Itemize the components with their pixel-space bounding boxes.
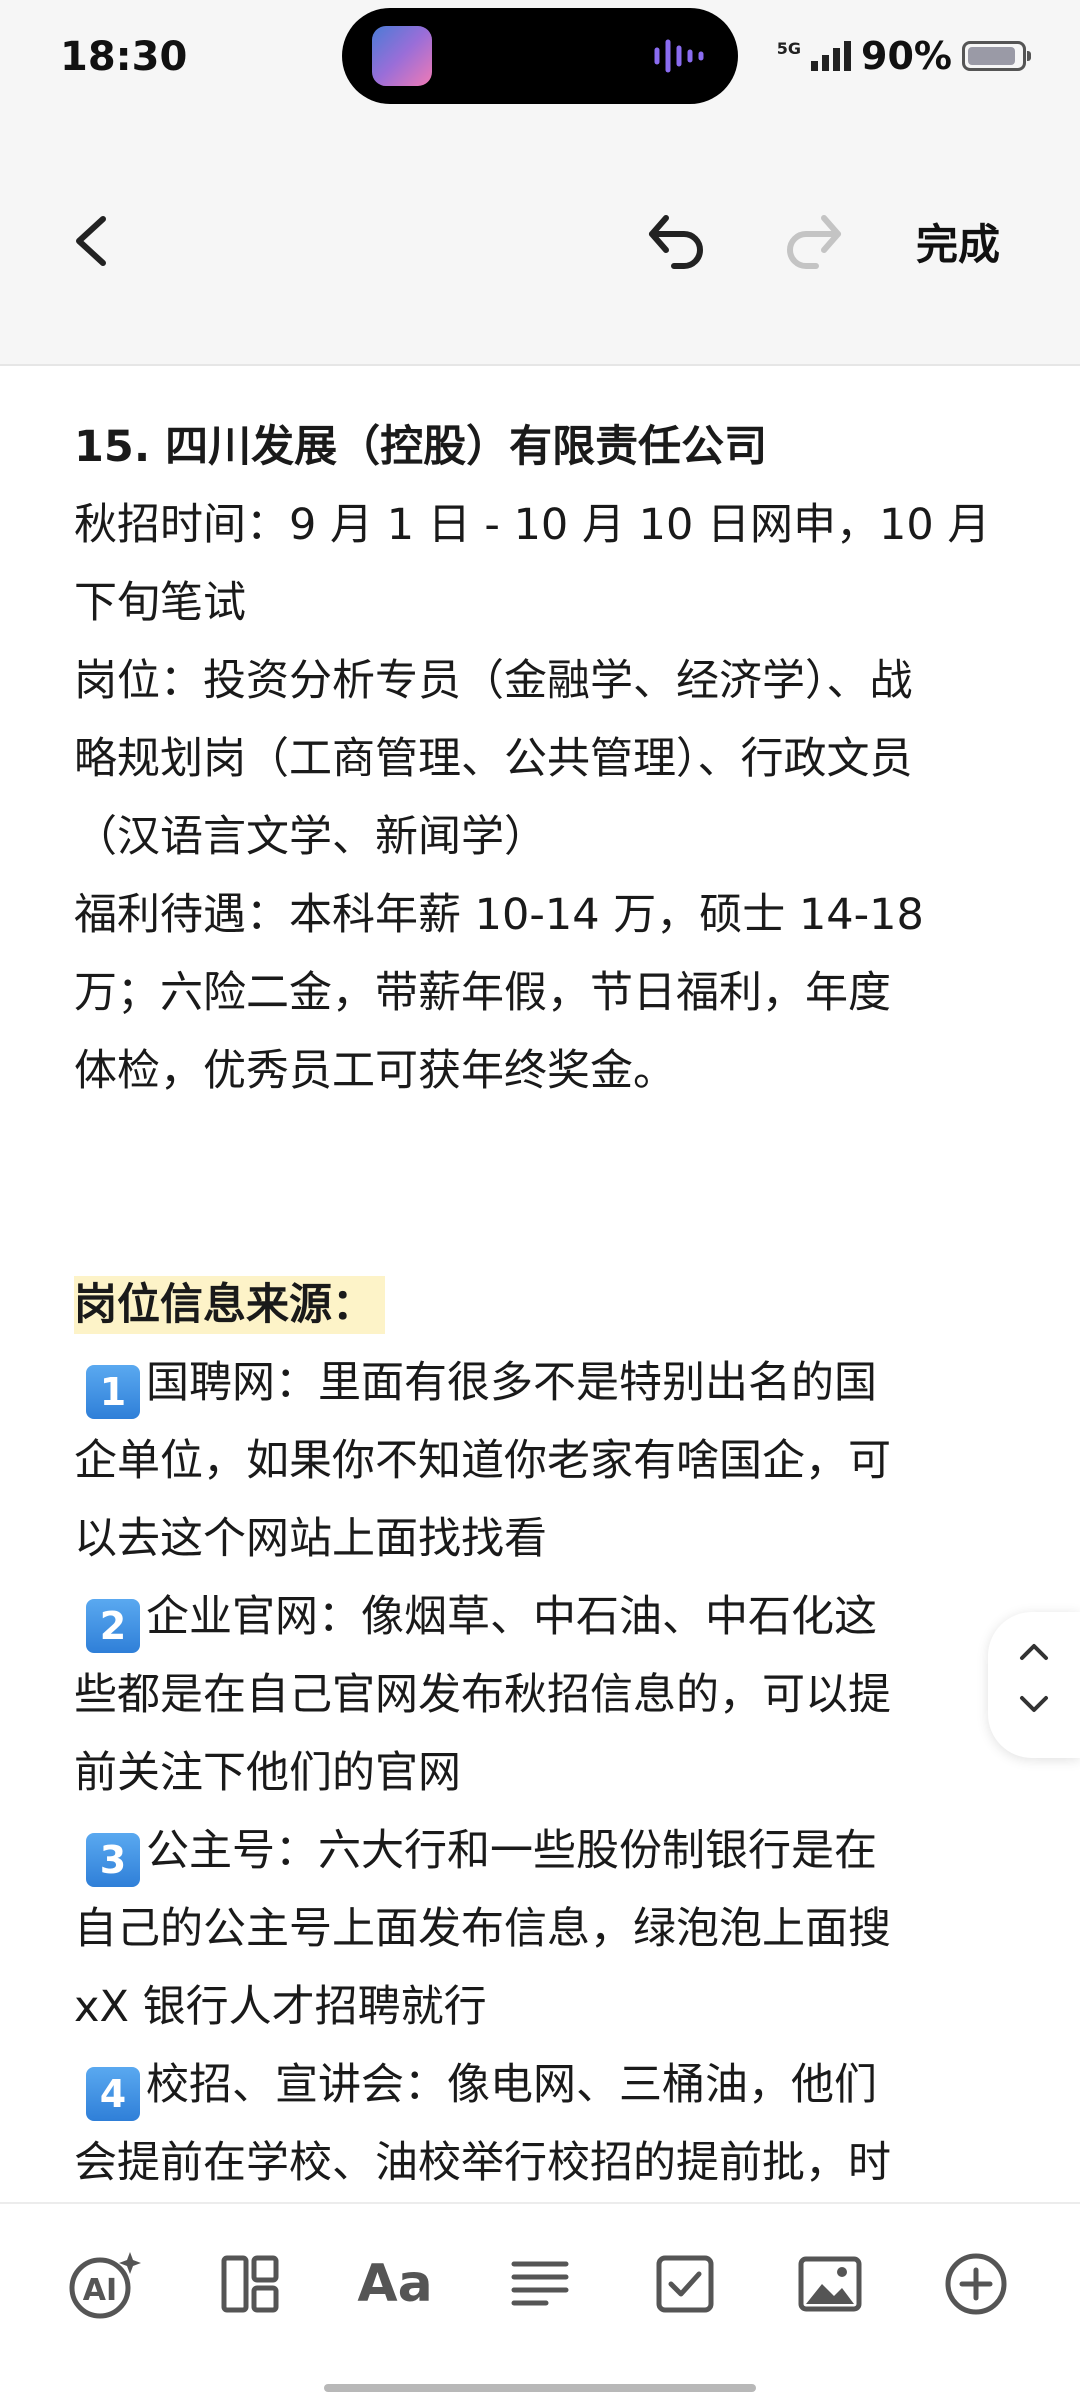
redo-button[interactable] [774, 200, 854, 280]
checkbox-icon [656, 2255, 714, 2313]
text-line: 万；六险二金，带薪年假，节日福利，年度 [74, 968, 891, 1018]
text-format-button[interactable]: Aa [355, 2244, 435, 2324]
text-line: 秋招时间：9 月 1 日 - 10 月 10 日网申，10 月 [74, 500, 991, 550]
text-line: 体检，优秀员工可获年终奖金。 [74, 1046, 676, 1096]
align-button[interactable] [500, 2244, 580, 2324]
battery-percent: 90% [861, 34, 952, 78]
now-playing-thumbnail [372, 26, 432, 86]
keycap-number-icon: 4 [86, 2067, 140, 2121]
text-line: 些都是在自己官网发布秋招信息的，可以提 [74, 1670, 891, 1720]
undo-button[interactable] [636, 200, 716, 280]
text-line: 前关注下他们的官网 [74, 1748, 461, 1798]
align-icon [511, 2261, 569, 2306]
list-item: 4 校招、宣讲会：像电网、三桶油，他们 [74, 2046, 1014, 2124]
text-line: 会提前在学校、油校举行校招的提前批，时 [74, 2138, 891, 2188]
checklist-button[interactable] [645, 2244, 725, 2324]
text-line: 自己的公主号上面发布信息，绿泡泡上面搜 [74, 1904, 891, 1954]
list-item: 2 企业官网：像烟草、中石油、中石化这 [74, 1578, 1014, 1656]
keycap-number-icon: 3 [86, 1833, 140, 1887]
chevron-down-icon[interactable] [1018, 1694, 1050, 1714]
audio-wave-icon [654, 39, 704, 73]
home-indicator[interactable] [324, 2384, 756, 2392]
text-line: 下旬笔试 [74, 578, 246, 628]
back-button[interactable] [56, 206, 126, 276]
image-icon [798, 2256, 862, 2312]
keycap-number-icon: 2 [86, 1599, 140, 1653]
format-toolbar: AI Aa [0, 2202, 1080, 2400]
svg-text:AI: AI [83, 2273, 117, 2308]
status-indicators: 5G 90% [776, 34, 1031, 78]
chevron-left-icon [76, 216, 106, 266]
text-line: 福利待遇：本科年薪 10-14 万，硕士 14-18 [74, 890, 924, 940]
list-item-text: 校招、宣讲会：像电网、三桶油，他们 [146, 2060, 877, 2110]
ai-icon: AI [69, 2252, 141, 2319]
list-item-text: 国聘网：里面有很多不是特别出名的国 [146, 1358, 877, 1408]
signal-icon [811, 41, 852, 71]
status-time: 18:30 [60, 34, 188, 80]
list-item: 1 国聘网：里面有很多不是特别出名的国 [74, 1344, 1014, 1422]
blank-space [74, 1110, 1014, 1266]
company-title: 15. 四川发展（控股）有限责任公司 [74, 422, 768, 472]
keycap-number-icon: 1 [86, 1365, 140, 1419]
text-line: 企单位，如果你不知道你老家有啥国企，可 [74, 1436, 891, 1486]
network-type: 5G [776, 39, 802, 58]
redo-icon [787, 215, 841, 269]
page-scroll-control[interactable] [988, 1612, 1080, 1758]
dynamic-island[interactable] [342, 8, 738, 104]
status-bar: 18:30 5G 90% [0, 0, 1080, 120]
add-button[interactable] [936, 2244, 1016, 2324]
image-button[interactable] [790, 2244, 870, 2324]
list-item-text: 公主号：六大行和一些股份制银行是在 [146, 1826, 877, 1876]
list-item-text: 企业官网：像烟草、中石油、中石化这 [146, 1592, 877, 1642]
battery-icon [962, 41, 1031, 71]
text-line: 略规划岗（工商管理、公共管理）、行政文员 [74, 734, 913, 784]
editor-toolbar: 完成 [0, 120, 1080, 366]
text-line: 岗位：投资分析专员（金融学、经济学）、战 [74, 656, 913, 706]
list-item: 3 公主号：六大行和一些股份制银行是在 [74, 1812, 1014, 1890]
layout-button[interactable] [210, 2244, 290, 2324]
done-button[interactable]: 完成 [906, 206, 1010, 276]
source-heading: 岗位信息来源： [74, 1276, 385, 1334]
text-line: （汉语言文学、新闻学） [74, 812, 547, 862]
chevron-up-icon[interactable] [1018, 1642, 1050, 1662]
text-line: 以去这个网站上面找找看 [74, 1514, 547, 1564]
note-content[interactable]: 15. 四川发展（控股）有限责任公司 秋招时间：9 月 1 日 - 10 月 1… [74, 408, 1014, 2202]
battery-fill [968, 47, 1015, 65]
ai-button[interactable]: AI [64, 2244, 144, 2324]
layout-icon [221, 2255, 279, 2313]
undo-icon [649, 215, 703, 269]
add-circle-icon [945, 2253, 1007, 2315]
text-line: xX 银行人才招聘就行 [74, 1982, 487, 2032]
